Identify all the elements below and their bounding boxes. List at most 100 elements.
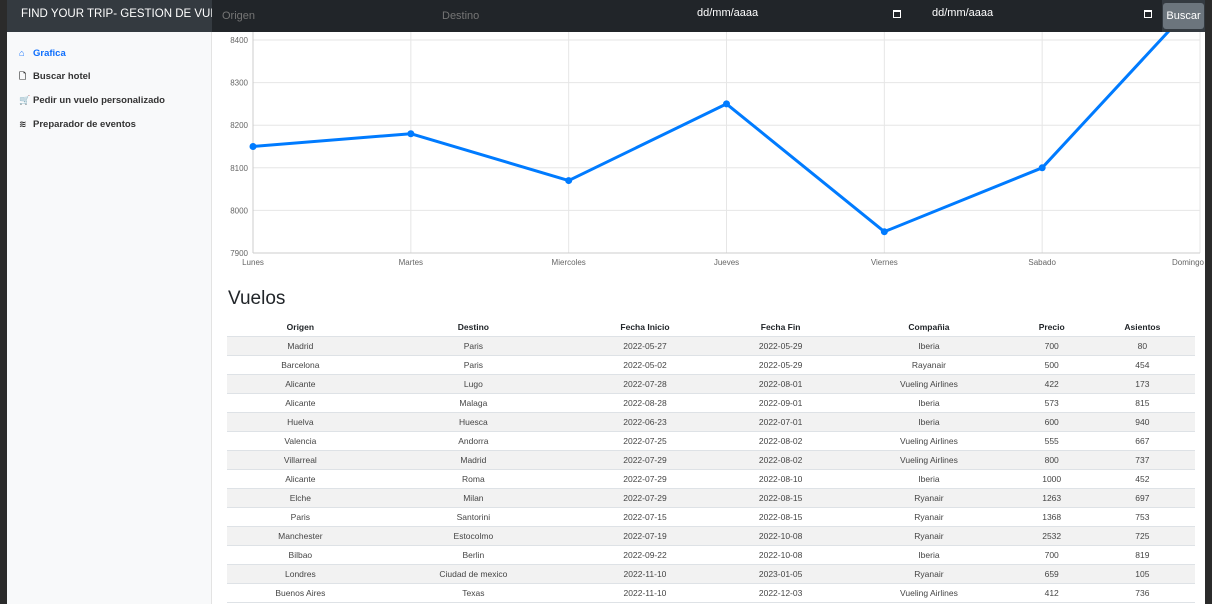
table-cell: 2022-05-02 [573,355,717,375]
table-cell: Madrid [373,450,574,470]
table-cell: 737 [1089,450,1195,470]
table-cell: 1000 [1013,469,1090,489]
date-to-input[interactable]: dd/mm/aaaa [917,0,1162,32]
table-cell: Iberia [844,412,1014,432]
table-cell: Iberia [844,336,1014,356]
table-cell: 2022-07-28 [573,374,717,394]
x-tick-label: Miercoles [552,258,586,267]
x-tick-label: Viernes [871,258,898,267]
data-point [723,100,730,108]
table-row: Bilbao Berlin 2022-09-22 2022-10-08 Iberia 70… [227,545,1195,565]
table-cell: Rayanair [844,355,1014,375]
table-cell: 2022-10-08 [716,526,845,546]
column-header: Fecha Fin [716,318,845,337]
column-header: Asientos [1089,318,1195,337]
table-row: Paris Santorini 2022-07-15 2022-08-15 Ryanai… [227,507,1195,527]
sidebar-item-buscar-hotel[interactable]: 🗋 Buscar hotel [19,68,91,84]
table-cell: Alicante [227,374,374,394]
table-cell: 2022-08-28 [573,393,717,413]
calendar-icon[interactable] [893,10,901,18]
table-cell: 2022-07-25 [573,431,717,451]
table-cell: 2022-09-01 [716,393,845,413]
table-cell: 700 [1013,545,1090,565]
sidebar-item-label: Preparador de eventos [33,119,136,130]
table-cell: Andorra [373,431,574,451]
line-chart: 7900 8000 8100 8200 8300 8400 Lunes Martes Mierc… [230,32,1205,267]
table-cell: Paris [227,507,374,527]
sidebar-item-label: Pedir un vuelo personalizado [33,95,165,106]
table-cell: 819 [1089,545,1195,565]
data-point [1038,164,1046,172]
table-cell: 2022-08-02 [716,450,845,470]
column-header: Destino [373,318,574,337]
table-row: Alicante Malaga 2022-08-28 2022-09-01 Iberia… [227,393,1195,413]
table-cell: 2022-11-10 [573,564,717,584]
y-tick-label: 7900 [230,249,248,258]
table-cell: 573 [1013,393,1090,413]
table-cell: Malaga [373,393,574,413]
table-cell: Milan [373,488,574,508]
table-cell: 2022-08-02 [716,431,845,451]
table-cell: 454 [1089,355,1195,375]
table-cell: Ryanair [844,507,1014,527]
table-cell: 815 [1089,393,1195,413]
sidebar-item-pedir-vuelo[interactable]: 🛒 Pedir un vuelo personalizado [19,92,165,108]
table-row: Villarreal Madrid 2022-07-29 2022-08-02 Vuel… [227,450,1195,470]
table-cell: Alicante [227,469,374,489]
sidebar-item-grafica[interactable]: ⌂ Grafica [19,45,66,61]
table-cell: Iberia [844,393,1014,413]
table-cell: Madrid [227,336,374,356]
table-header-row: Origen Destino Fecha Inicio Fecha Fin Compañ… [227,318,1195,337]
date-from-input[interactable]: dd/mm/aaaa [667,0,917,32]
table-cell: Iberia [844,469,1014,489]
table-cell: 105 [1089,564,1195,584]
table-cell: Huesca [373,412,574,432]
table-cell: 452 [1089,469,1195,489]
brand-title[interactable]: FIND YOUR TRIP- GESTION DE VUELOS [21,0,241,32]
table-cell: 1263 [1013,488,1090,508]
search-button[interactable]: Buscar [1163,3,1204,29]
table-cell: Estocolmo [373,526,574,546]
table-cell: 2022-07-29 [573,469,717,489]
data-point [565,177,573,185]
table-cell: 2022-08-01 [716,374,845,394]
table-cell: Paris [373,336,574,356]
x-tick-label: Domingo [1172,258,1205,267]
table-cell: Vueling Airlines [844,431,1014,451]
sidebar-item-label: Grafica [33,48,66,59]
sidebar-item-preparador-eventos[interactable]: ≋ Preparador de eventos [19,116,136,132]
destination-input[interactable] [432,0,667,32]
table-cell: 2022-07-19 [573,526,717,546]
calendar-icon[interactable] [1144,10,1152,18]
table-cell: Vueling Airlines [844,583,1014,603]
table-cell: Roma [373,469,574,489]
table-cell: Villarreal [227,450,374,470]
table-cell: Barcelona [227,355,374,375]
table-cell: 659 [1013,564,1090,584]
y-tick-label: 8000 [230,206,248,215]
table-cell: 2022-09-22 [573,545,717,565]
table-cell: 753 [1089,507,1195,527]
table-cell: 697 [1089,488,1195,508]
table-row: Londres Ciudad de mexico 2022-11-10 2023-01… [227,564,1195,584]
table-cell: Manchester [227,526,374,546]
table-cell: 555 [1013,431,1090,451]
x-tick-label: Sabado [1028,258,1056,267]
table-cell: 2022-06-23 [573,412,717,432]
column-header: Compañia [844,318,1014,337]
table-row: Alicante Lugo 2022-07-28 2022-08-01 Vueling … [227,374,1195,394]
cart-icon: 🛒 [19,95,31,105]
table-cell: Elche [227,488,374,508]
x-tick-label: Martes [399,258,423,267]
y-tick-label: 8400 [230,36,248,45]
table-row: Buenos Aires Texas 2022-11-10 2022-12-03 Vue… [227,583,1195,603]
y-tick-label: 8100 [230,164,248,173]
table-cell: Ryanair [844,488,1014,508]
sidebar-item-label: Buscar hotel [33,71,91,82]
table-cell: 500 [1013,355,1090,375]
table-cell: Ryanair [844,564,1014,584]
table-cell: Alicante [227,393,374,413]
table-cell: 736 [1089,583,1195,603]
table-cell: Santorini [373,507,574,527]
origin-input[interactable] [212,0,432,32]
